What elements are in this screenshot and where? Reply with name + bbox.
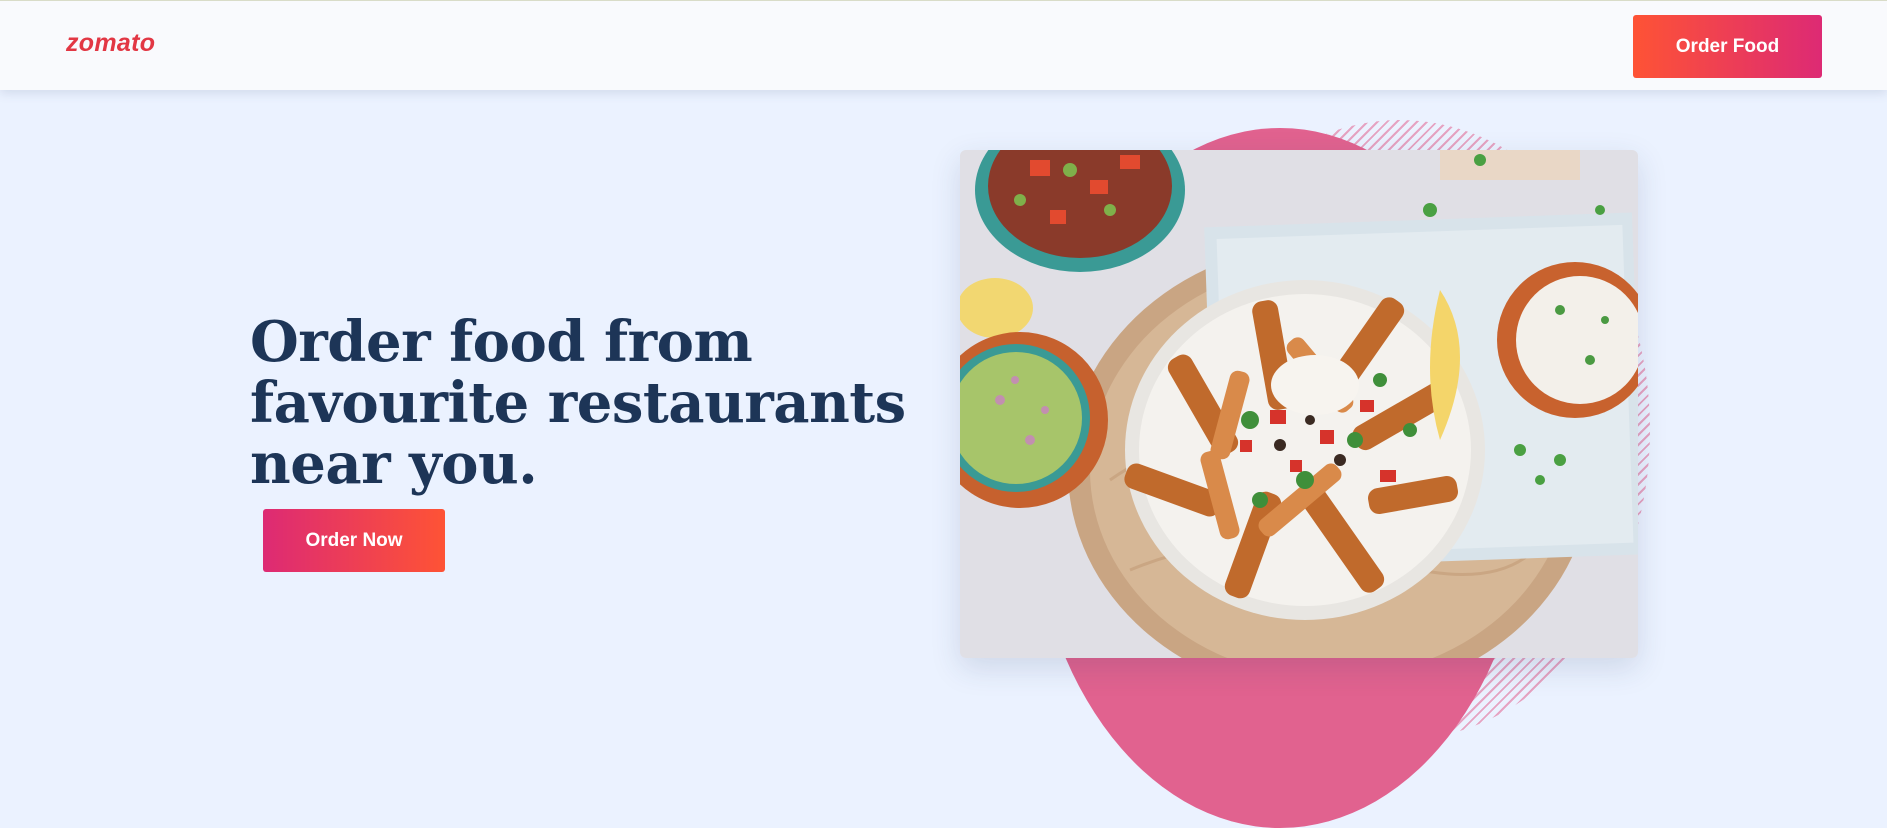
hero-title-line-3: near you. xyxy=(250,431,538,497)
hero-title: Order food from favourite restaurants ne… xyxy=(250,312,906,495)
order-now-button[interactable]: Order Now xyxy=(263,509,445,572)
hero-title-line-1: Order food from xyxy=(250,309,753,375)
food-platter-image xyxy=(960,150,1638,658)
zomato-logo[interactable]: zomato xyxy=(66,29,155,58)
order-food-button[interactable]: Order Food xyxy=(1633,15,1822,78)
navbar: zomato Order Food xyxy=(0,0,1887,90)
hero-title-line-2: favourite restaurants xyxy=(250,370,906,436)
